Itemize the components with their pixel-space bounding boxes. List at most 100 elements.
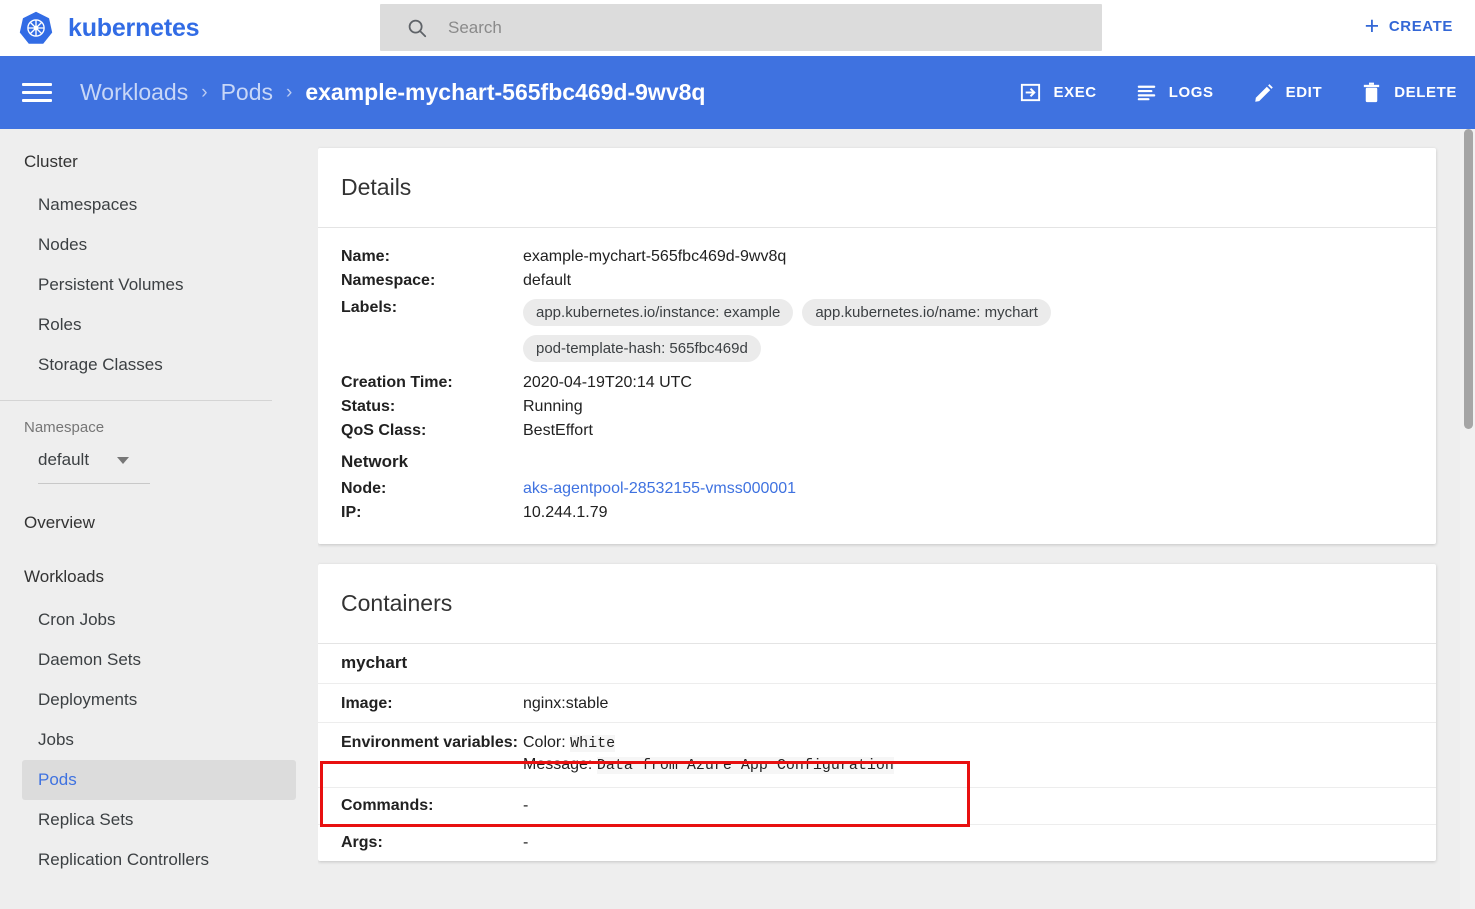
node-link[interactable]: aks-agentpool-28532155-vmss000001 <box>523 480 796 497</box>
container-name-heading: mychart <box>318 644 1436 684</box>
edit-button-label: EDIT <box>1285 84 1323 101</box>
namespace-selected-value: default <box>38 450 90 469</box>
label-chip[interactable]: app.kubernetes.io/name: mychart <box>802 299 1051 326</box>
sidebar-item-deployments[interactable]: Deployments <box>22 680 296 720</box>
label-chip-group: app.kubernetes.io/instance: example app.… <box>523 299 1183 362</box>
detail-value-name: example-mychart-565fbc469d-9wv8q <box>523 248 787 265</box>
sidebar-heading-workloads: Workloads <box>24 567 104 586</box>
detail-label-ip: IP: <box>341 504 362 521</box>
namespace-selector[interactable]: default <box>38 450 138 470</box>
detail-row-creation-time: Creation Time: 2020-04-19T20:14 UTC <box>318 365 1436 395</box>
container-label-commands: Commands: <box>341 797 434 814</box>
container-row-commands: Commands: - <box>318 787 1436 824</box>
detail-label-namespace: Namespace: <box>341 272 436 289</box>
container-label-args: Args: <box>341 834 383 851</box>
search-input[interactable] <box>448 17 1102 38</box>
detail-row-namespace: Namespace: default <box>318 269 1436 293</box>
create-button-label: CREATE <box>1388 18 1453 35</box>
exec-button-label: EXEC <box>1053 84 1097 101</box>
detail-value-ip: 10.244.1.79 <box>523 504 608 521</box>
containers-card: Containers mychart Image: nginx:stable E… <box>318 564 1436 861</box>
top-app-bar: kubernetes + CREATE <box>0 0 1475 56</box>
environment-variables-row: Environment variables: Color: White Mess… <box>318 722 1436 787</box>
sidebar-divider <box>0 400 272 401</box>
namespace-selector-label: Namespace <box>24 419 105 436</box>
breadcrumb-item-pods[interactable]: Pods <box>221 79 273 106</box>
breadcrumb: Workloads › Pods › example-mychart-565fb… <box>80 79 705 106</box>
breadcrumb-action-bar: Workloads › Pods › example-mychart-565fb… <box>0 56 1475 129</box>
logs-button[interactable]: LOGS <box>1135 81 1214 104</box>
sidebar-navigation: Cluster Namespaces Nodes Persistent Volu… <box>0 129 318 909</box>
detail-label-node: Node: <box>341 480 387 497</box>
details-section-network: Network <box>341 452 409 471</box>
detail-label-labels: Labels: <box>341 299 398 316</box>
sidebar-item-pods[interactable]: Pods <box>22 760 296 800</box>
details-card-body: Name: example-mychart-565fbc469d-9wv8q N… <box>318 228 1436 544</box>
sidebar-item-namespaces[interactable]: Namespaces <box>22 185 296 225</box>
breadcrumb-separator-icon: › <box>286 81 293 103</box>
env-var-value: Data from Azure App Configuration <box>596 757 894 774</box>
detail-row-ip: IP: 10.244.1.79 <box>318 501 1436 525</box>
env-var-key: Message: <box>523 756 593 773</box>
detail-label-qos: QoS Class: <box>341 422 427 439</box>
main-content: Details Name: example-mychart-565fbc469d… <box>318 129 1463 909</box>
container-row-args: Args: - <box>318 824 1436 861</box>
edit-button[interactable]: EDIT <box>1252 81 1323 104</box>
sidebar-heading-cluster: Cluster <box>24 152 78 171</box>
namespace-selector-underline <box>38 483 150 484</box>
sidebar-item-replica-sets[interactable]: Replica Sets <box>22 800 296 840</box>
trash-delete-icon <box>1364 82 1380 103</box>
detail-value-creation-time: 2020-04-19T20:14 UTC <box>523 374 692 391</box>
sidebar-item-roles[interactable]: Roles <box>22 305 296 345</box>
exec-terminal-icon <box>1021 83 1041 102</box>
main-scrollbar-thumb[interactable] <box>1464 129 1473 429</box>
pod-action-buttons: EXEC LOGS EDIT DELETE <box>981 56 1457 129</box>
env-var-entry: Color: White <box>523 734 894 752</box>
hamburger-menu-icon[interactable] <box>22 78 52 107</box>
label-chip[interactable]: pod-template-hash: 565fbc469d <box>523 335 761 362</box>
breadcrumb-item-current-pod: example-mychart-565fbc469d-9wv8q <box>305 79 706 105</box>
sidebar-item-replication-controllers[interactable]: Replication Controllers <box>22 840 296 880</box>
detail-row-qos: QoS Class: BestEffort <box>318 419 1436 443</box>
delete-button[interactable]: DELETE <box>1360 81 1457 104</box>
details-card-title: Details <box>318 148 1436 228</box>
breadcrumb-separator-icon: › <box>201 81 208 103</box>
logs-lines-icon <box>1137 85 1156 101</box>
brand-name: kubernetes <box>68 13 200 42</box>
sidebar-item-nodes[interactable]: Nodes <box>22 225 296 265</box>
containers-card-body: mychart Image: nginx:stable Environment … <box>318 644 1436 861</box>
main-scrollbar-track[interactable] <box>1460 129 1475 909</box>
detail-row-status: Status: Running <box>318 395 1436 419</box>
detail-row-node: Node: aks-agentpool-28532155-vmss000001 <box>318 477 1436 501</box>
search-icon <box>408 19 427 37</box>
detail-row-name: Name: example-mychart-565fbc469d-9wv8q <box>318 245 1436 269</box>
sidebar-item-overview[interactable]: Overview <box>0 500 318 546</box>
container-value-args: - <box>523 834 529 851</box>
container-label-env: Environment variables: <box>341 734 518 751</box>
pencil-edit-icon <box>1254 84 1273 102</box>
sidebar-item-persistent-volumes[interactable]: Persistent Volumes <box>22 265 296 305</box>
container-value-commands: - <box>523 797 529 814</box>
create-button[interactable]: + CREATE <box>1365 14 1453 39</box>
detail-label-creation-time: Creation Time: <box>341 374 453 391</box>
logs-button-label: LOGS <box>1168 84 1214 101</box>
detail-label-name: Name: <box>341 248 390 265</box>
exec-button[interactable]: EXEC <box>1019 81 1096 104</box>
label-chip[interactable]: app.kubernetes.io/instance: example <box>523 299 794 326</box>
container-label-image: Image: <box>341 695 393 712</box>
kubernetes-helm-wheel-icon <box>19 11 53 44</box>
sidebar-item-jobs[interactable]: Jobs <box>22 720 296 760</box>
search-box[interactable] <box>380 4 1102 51</box>
breadcrumb-item-workloads[interactable]: Workloads <box>80 79 188 106</box>
sidebar-item-storage-classes[interactable]: Storage Classes <box>22 345 296 385</box>
detail-row-labels: Labels: app.kubernetes.io/instance: exam… <box>318 293 1436 365</box>
detail-value-namespace: default <box>523 272 572 289</box>
brand-logo-group[interactable]: kubernetes <box>0 10 200 46</box>
details-card: Details Name: example-mychart-565fbc469d… <box>318 148 1436 544</box>
container-row-image: Image: nginx:stable <box>318 686 1436 722</box>
sidebar-item-cron-jobs[interactable]: Cron Jobs <box>22 600 296 640</box>
detail-value-qos: BestEffort <box>523 422 593 439</box>
plus-icon: + <box>1364 12 1380 40</box>
container-value-env: Color: White Message: Data from Azure Ap… <box>523 734 894 774</box>
sidebar-item-daemon-sets[interactable]: Daemon Sets <box>22 640 296 680</box>
